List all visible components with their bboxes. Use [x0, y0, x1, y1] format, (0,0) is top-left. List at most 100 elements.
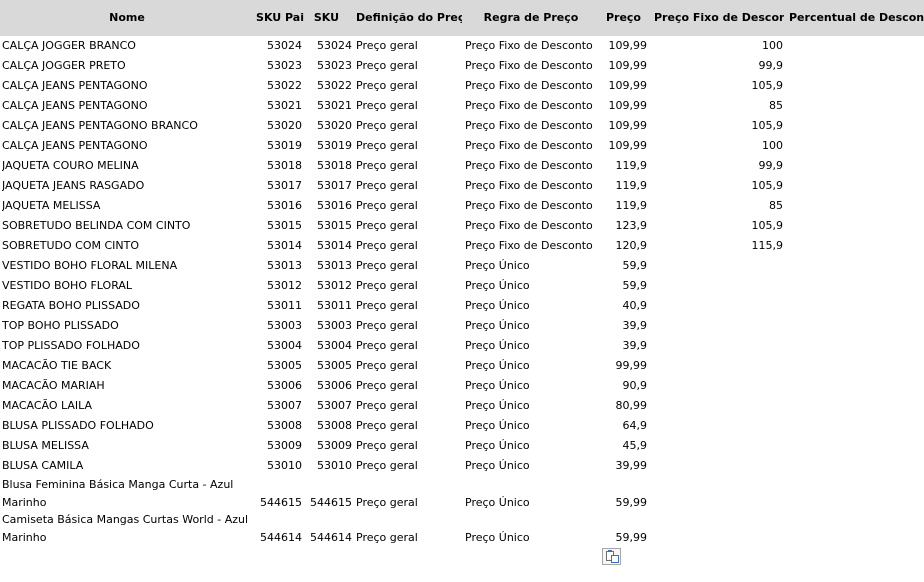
cell-percentual-desconto[interactable]	[786, 256, 924, 276]
cell-nome[interactable]: VESTIDO BOHO FLORAL	[2, 276, 252, 296]
cell-preco-fixo-desconto[interactable]: 85	[650, 96, 783, 116]
cell-percentual-desconto[interactable]	[786, 376, 924, 396]
cell-definicao-preco[interactable]: Preço geral	[356, 216, 462, 236]
cell-percentual-desconto[interactable]	[786, 136, 924, 156]
cell-definicao-preco[interactable]: Preço geral	[356, 396, 462, 416]
cell-percentual-desconto[interactable]	[786, 56, 924, 76]
cell-regra-preco[interactable]: Preço Fixo de Desconto	[465, 36, 605, 56]
cell-preco-fixo-desconto[interactable]	[650, 276, 783, 296]
cell-sku-pai[interactable]: 53003	[252, 316, 302, 336]
cell-preco[interactable]: 39,9	[598, 336, 648, 356]
cell-preco[interactable]: 99,99	[598, 356, 648, 376]
cell-definicao-preco[interactable]: Preço geral	[356, 494, 462, 511]
cell-preco[interactable]: 123,9	[598, 216, 648, 236]
cell-preco-fixo-desconto[interactable]: 105,9	[650, 176, 784, 196]
cell-percentual-desconto[interactable]	[786, 236, 924, 256]
cell-preco-fixo-desconto[interactable]	[650, 296, 783, 316]
cell-preco-fixo-desconto[interactable]: 100	[650, 36, 783, 56]
paste-options-icon[interactable]	[602, 548, 621, 565]
cell-preco-fixo-desconto[interactable]	[650, 396, 783, 416]
cell-preco-fixo-desconto[interactable]	[650, 436, 783, 456]
header-percentual-desconto[interactable]: Percentual de Desconto	[789, 0, 924, 36]
cell-preco[interactable]: 90,9	[598, 376, 648, 396]
cell-sku[interactable]: 53009	[304, 436, 352, 456]
cell-sku-pai[interactable]: 53019	[252, 136, 302, 156]
cell-preco[interactable]: 59,99	[598, 529, 648, 546]
cell-sku[interactable]: 53018	[304, 156, 352, 176]
cell-sku-pai[interactable]: 53014	[252, 236, 302, 256]
cell-percentual-desconto[interactable]	[786, 96, 924, 116]
cell-percentual-desconto[interactable]	[786, 356, 924, 376]
cell-nome[interactable]: JAQUETA COURO MELINA	[2, 156, 252, 176]
cell-regra-preco[interactable]: Preço Único	[465, 436, 605, 456]
cell-percentual-desconto[interactable]	[786, 156, 924, 176]
cell-regra-preco[interactable]: Preço Fixo de Desconto	[465, 56, 605, 76]
header-preco-fixo-desconto[interactable]: Preço Fixo de Desconto	[654, 0, 784, 36]
header-regra-preco[interactable]: Regra de Preço	[462, 0, 600, 36]
cell-nome[interactable]: JAQUETA JEANS RASGADO	[2, 176, 252, 196]
cell-nome[interactable]: TOP PLISSADO FOLHADO	[2, 336, 252, 356]
header-sku-pai[interactable]: SKU Pai	[254, 0, 304, 36]
cell-preco-fixo-desconto[interactable]	[650, 256, 783, 276]
cell-regra-preco[interactable]: Preço Único	[465, 396, 605, 416]
cell-percentual-desconto[interactable]	[786, 176, 924, 196]
cell-regra-preco[interactable]: Preço Fixo de Desconto	[465, 76, 605, 96]
cell-regra-preco[interactable]: Preço Único	[465, 316, 605, 336]
cell-preco[interactable]: 59,9	[598, 276, 648, 296]
cell-preco[interactable]: 109,99	[598, 36, 648, 56]
cell-preco-fixo-desconto[interactable]	[650, 416, 783, 436]
cell-preco[interactable]: 39,9	[598, 316, 648, 336]
cell-percentual-desconto[interactable]	[786, 276, 924, 296]
cell-percentual-desconto[interactable]	[786, 396, 924, 416]
cell-preco-fixo-desconto[interactable]: 99,9	[650, 156, 784, 176]
cell-preco[interactable]: 109,99	[598, 116, 648, 136]
cell-nome[interactable]: JAQUETA MELISSA	[2, 196, 252, 216]
cell-preco[interactable]: 59,9	[598, 256, 648, 276]
cell-sku[interactable]: 53021	[304, 96, 352, 116]
header-definicao-preco[interactable]: Definição do Preço	[356, 0, 462, 36]
cell-preco-fixo-desconto[interactable]: 105,9	[650, 76, 784, 96]
cell-sku[interactable]: 544615	[304, 494, 352, 511]
cell-regra-preco[interactable]: Preço Fixo de Desconto	[465, 136, 605, 156]
cell-percentual-desconto[interactable]	[786, 36, 924, 56]
cell-preco-fixo-desconto[interactable]	[650, 336, 783, 356]
cell-percentual-desconto[interactable]	[786, 116, 924, 136]
cell-sku-pai[interactable]: 53008	[252, 416, 302, 436]
cell-percentual-desconto[interactable]	[786, 76, 924, 96]
cell-preco[interactable]: 45,9	[598, 436, 648, 456]
cell-definicao-preco[interactable]: Preço geral	[356, 376, 462, 396]
cell-nome[interactable]: Camiseta Básica Mangas Curtas World - Az…	[2, 511, 252, 546]
cell-sku[interactable]: 53019	[304, 136, 352, 156]
cell-percentual-desconto[interactable]	[786, 296, 924, 316]
cell-sku[interactable]: 53024	[304, 36, 352, 56]
cell-sku[interactable]: 53010	[304, 456, 352, 476]
cell-sku[interactable]: 53016	[304, 196, 352, 216]
cell-percentual-desconto[interactable]	[786, 316, 924, 336]
cell-definicao-preco[interactable]: Preço geral	[356, 36, 462, 56]
cell-sku-pai[interactable]: 53004	[252, 336, 302, 356]
cell-sku[interactable]: 53012	[304, 276, 352, 296]
cell-sku-pai[interactable]: 53012	[252, 276, 302, 296]
cell-sku-pai[interactable]: 53007	[252, 396, 302, 416]
cell-sku-pai[interactable]: 53016	[252, 196, 302, 216]
cell-percentual-desconto[interactable]	[786, 196, 924, 216]
cell-preco[interactable]: 119,9	[598, 196, 648, 216]
cell-preco[interactable]: 80,99	[598, 396, 648, 416]
cell-preco[interactable]: 120,9	[598, 236, 648, 256]
cell-sku[interactable]: 53023	[304, 56, 352, 76]
cell-regra-preco[interactable]: Preço Fixo de Desconto	[465, 176, 605, 196]
cell-nome[interactable]: BLUSA MELISSA	[2, 436, 252, 456]
cell-regra-preco[interactable]: Preço Fixo de Desconto	[465, 196, 605, 216]
cell-sku[interactable]: 53017	[304, 176, 352, 196]
cell-preco[interactable]: 39,99	[598, 456, 648, 476]
cell-definicao-preco[interactable]: Preço geral	[356, 116, 462, 136]
cell-preco-fixo-desconto[interactable]	[650, 376, 783, 396]
cell-sku[interactable]: 53011	[304, 296, 352, 316]
cell-nome[interactable]: CALÇA JEANS PENTAGONO	[2, 136, 252, 156]
cell-nome[interactable]: SOBRETUDO COM CINTO	[2, 236, 252, 256]
cell-sku[interactable]: 53005	[304, 356, 352, 376]
cell-sku-pai[interactable]: 53006	[252, 376, 302, 396]
cell-percentual-desconto[interactable]	[786, 416, 924, 436]
cell-regra-preco[interactable]: Preço Fixo de Desconto	[465, 156, 605, 176]
cell-definicao-preco[interactable]: Preço geral	[356, 436, 462, 456]
